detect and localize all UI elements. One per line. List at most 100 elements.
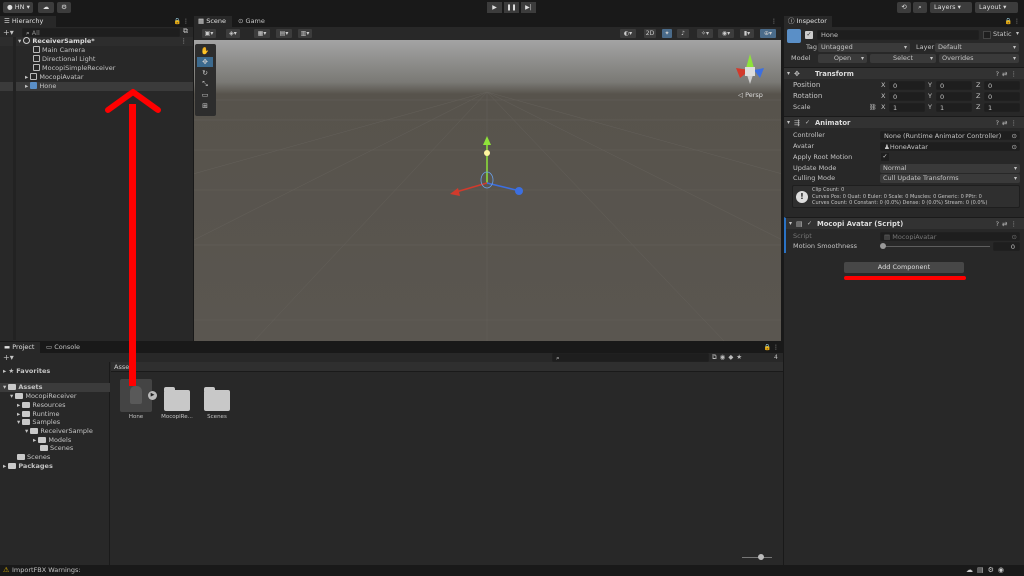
asset-hone-label[interactable]: Hone xyxy=(114,414,158,420)
more-icon[interactable]: ⋮ xyxy=(181,37,188,46)
static-checkbox[interactable] xyxy=(983,31,991,39)
tab-project[interactable]: ▬ Project xyxy=(0,342,40,353)
layer-dropdown[interactable]: Default xyxy=(935,43,1019,52)
tag-dropdown[interactable]: Untagged xyxy=(818,43,910,52)
component-menu-icons[interactable]: ?⇄⋮ xyxy=(996,68,1020,80)
culling-mode-dropdown[interactable]: Cull Update Transforms xyxy=(880,174,1020,183)
overrides-dropdown[interactable]: Overrides xyxy=(939,54,1019,63)
panel-menu-icon[interactable]: 🔒 ⋮ xyxy=(174,16,189,27)
tab-hierarchy[interactable]: ☰ Hierarchy xyxy=(0,16,56,27)
perspective-label[interactable]: ◁ Persp xyxy=(738,91,763,99)
component-menu-icons[interactable]: ?⇄⋮ xyxy=(996,117,1020,129)
project-search-input[interactable]: ⌕ xyxy=(552,353,709,362)
tree-sample-scenes[interactable]: Scenes xyxy=(40,444,73,453)
animator-header[interactable]: ▾ ⇶ ✓ Animator ?⇄⋮ xyxy=(784,116,1024,128)
layout-dropdown[interactable]: Layout ▾ xyxy=(975,2,1018,13)
gizmos-button[interactable]: ⊕▾ xyxy=(760,29,776,38)
scale-x-field[interactable]: 1 xyxy=(889,103,925,112)
status-message[interactable]: ImportFBX Warnings: xyxy=(12,565,81,576)
position-z-field[interactable]: 0 xyxy=(984,81,1020,90)
open-button[interactable]: Open xyxy=(818,54,867,63)
hierarchy-row-main-camera[interactable]: Main Camera xyxy=(0,46,193,55)
create-asset-button[interactable]: +▾ xyxy=(3,353,14,362)
asset-mocopi-receiver-folder-icon[interactable] xyxy=(164,387,190,411)
active-checkbox[interactable]: ✓ xyxy=(805,31,813,39)
audio-icon[interactable]: ♪ xyxy=(677,29,689,38)
avatar-field[interactable]: ♟HoneAvatar ⊙ xyxy=(880,142,1020,151)
pause-button[interactable]: ❚❚ xyxy=(504,2,519,13)
gizmo-global-button[interactable]: ◈▾ xyxy=(226,29,240,38)
step-button[interactable]: ▶| xyxy=(521,2,536,13)
update-mode-dropdown[interactable]: Normal xyxy=(880,164,1020,173)
layers-dropdown[interactable]: Layers ▾ xyxy=(930,2,972,13)
expand-arrow-icon[interactable]: ▾ xyxy=(18,37,21,45)
smoothness-value-field[interactable]: 0 xyxy=(993,242,1020,251)
enabled-checkbox[interactable]: ✓ xyxy=(805,119,810,127)
collab-icon[interactable]: ⚙ xyxy=(57,2,71,13)
hierarchy-row-directional-light[interactable]: Directional Light xyxy=(0,55,193,64)
rect-tool-icon[interactable]: ▭ xyxy=(197,90,213,100)
tree-scenes[interactable]: Scenes xyxy=(17,453,50,462)
hierarchy-row-mocopi-simple-receiver[interactable]: MocopiSimpleReceiver xyxy=(0,64,193,73)
expand-arrow-icon[interactable]: ▸ xyxy=(25,82,28,90)
tree-packages[interactable]: ▸ Packages xyxy=(3,462,53,471)
select-button[interactable]: Select xyxy=(870,54,936,63)
controller-field[interactable]: None (Runtime Animator Controller) ⊙ xyxy=(880,131,1020,140)
search-filter-icons[interactable]: ⧉◉◆★ xyxy=(712,353,745,362)
tree-samples[interactable]: ▾ Samples xyxy=(17,418,60,427)
orientation-gizmo[interactable] xyxy=(736,54,764,84)
constrain-proportions-icon[interactable]: ⛓ xyxy=(869,103,877,112)
history-icon[interactable]: ⟲ xyxy=(897,2,911,13)
smoothness-slider-track[interactable] xyxy=(882,246,990,247)
mocopi-avatar-header[interactable]: ▾ ▤ ✓ Mocopi Avatar (Script) ?⇄⋮ xyxy=(784,217,1024,229)
tab-game[interactable]: ⊙ Game xyxy=(234,16,270,27)
move-tool-icon[interactable]: ✥ xyxy=(197,57,213,67)
transform-header[interactable]: ▾ ✥ Transform ?⇄⋮ xyxy=(784,67,1024,79)
cloud-icon[interactable]: ☁ xyxy=(38,2,54,13)
gizmo-y-arrow[interactable] xyxy=(483,136,491,145)
add-component-button[interactable]: Add Component xyxy=(844,262,964,273)
status-icons[interactable]: ☁▤⚙◉ xyxy=(966,565,1008,576)
gizmo-x-arrow[interactable] xyxy=(450,188,460,196)
tree-mocopi-receiver[interactable]: ▾ MocopiReceiver xyxy=(10,392,77,401)
toggle-2d-button[interactable]: 2D xyxy=(644,29,656,38)
expand-prefab-icon[interactable]: ▶ xyxy=(148,391,157,400)
rotation-y-field[interactable]: 0 xyxy=(936,92,972,101)
zoom-slider-track[interactable] xyxy=(742,557,772,558)
panel-menu-icon[interactable]: 🔒 ⋮ xyxy=(1005,16,1020,27)
filter-icon[interactable]: ⧉ xyxy=(183,27,188,36)
rotation-z-field[interactable]: 0 xyxy=(984,92,1020,101)
asset-scenes-folder-icon[interactable] xyxy=(204,387,230,411)
expand-arrow-icon[interactable]: ▸ xyxy=(25,73,28,81)
camera-button[interactable]: ▮▾ xyxy=(740,29,754,38)
hierarchy-search-input[interactable]: ⌕ All xyxy=(22,28,180,37)
tree-assets[interactable]: ▾ Assets xyxy=(0,383,110,392)
render-settings-button[interactable]: ▥▾ xyxy=(298,29,312,38)
create-button[interactable]: +▾ xyxy=(3,28,14,37)
tree-receiver-sample[interactable]: ▾ ReceiverSample xyxy=(25,427,93,436)
static-dropdown-icon[interactable]: ▾ xyxy=(1016,30,1019,37)
rotate-tool-icon[interactable]: ↻ xyxy=(197,68,213,78)
component-menu-icons[interactable]: ?⇄⋮ xyxy=(996,218,1020,230)
asset-scenes-label[interactable]: Scenes xyxy=(195,414,239,420)
tab-scene[interactable]: ▦ Scene xyxy=(194,16,232,27)
shading-mode-button[interactable]: ◐▾ xyxy=(620,29,636,38)
scale-z-field[interactable]: 1 xyxy=(984,103,1020,112)
asset-mocopi-receiver-label[interactable]: MocopiRe... xyxy=(155,414,199,420)
tab-inspector[interactable]: ⓘ Inspector xyxy=(784,16,832,27)
gizmo-z-axis[interactable] xyxy=(486,182,517,191)
hierarchy-row-scene[interactable]: ▾ ReceiverSample* ⋮ xyxy=(0,37,193,46)
hierarchy-row-mocopi-avatar[interactable]: ▸ MocopiAvatar xyxy=(0,73,193,82)
snap-increment-button[interactable]: ▤▾ xyxy=(276,29,292,38)
draw-mode-button[interactable]: ▣▾ xyxy=(202,29,216,38)
tab-console[interactable]: ▭ Console xyxy=(42,342,84,353)
object-picker-icon[interactable]: ⊙ xyxy=(1012,143,1017,150)
apply-root-motion-checkbox[interactable]: ✓ xyxy=(881,153,889,161)
panel-menu-icon[interactable]: 🔒 ⋮ xyxy=(764,342,779,353)
scale-tool-icon[interactable]: ⤡ xyxy=(197,79,213,89)
position-x-field[interactable]: 0 xyxy=(889,81,925,90)
effects-button[interactable]: ✧▾ xyxy=(697,29,713,38)
hand-tool-icon[interactable]: ✋ xyxy=(197,46,213,56)
lighting-icon[interactable]: ✦ xyxy=(662,29,672,38)
tree-favorites[interactable]: ▸ ★ Favorites xyxy=(3,367,50,376)
